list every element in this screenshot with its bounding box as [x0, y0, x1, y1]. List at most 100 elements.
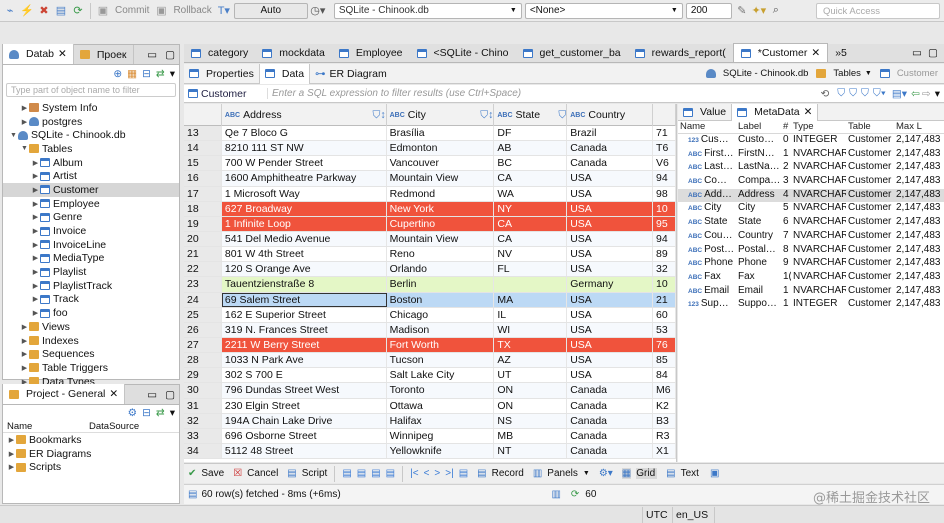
table-row[interactable]: 18 627 Broadway New York NY USA 10	[184, 201, 676, 217]
collapsed-arrow-icon[interactable]: ▶	[20, 104, 29, 112]
table-row[interactable]: 29 302 S 700 E Salt Lake City UT USA 84	[184, 368, 676, 384]
table-cell[interactable]: USA	[567, 247, 654, 262]
table-cell[interactable]: USA	[567, 292, 654, 307]
editor-tab[interactable]: category	[184, 44, 255, 62]
menu-icon[interactable]: ▾	[935, 88, 940, 100]
table-cell[interactable]: USA	[567, 171, 654, 186]
maximize-icon[interactable]: ▢	[928, 47, 938, 59]
table-cell[interactable]: Mountain View	[387, 171, 495, 186]
collapsed-arrow-icon[interactable]: ▶	[7, 450, 16, 458]
table-row[interactable]: 25 162 E Superior Street Chicago IL USA 60	[184, 307, 676, 323]
table-cell[interactable]: 53	[653, 322, 676, 337]
tree-item[interactable]: ▼ SQLite - Chinook.db	[3, 128, 179, 142]
table-cell[interactable]: 5112 48 Street	[222, 443, 387, 459]
filter-clear-icon[interactable]: ⛉	[849, 87, 857, 100]
table-cell[interactable]: 21	[653, 292, 676, 307]
table-cell[interactable]: T6	[653, 141, 676, 156]
table-cell[interactable]: DF	[494, 126, 568, 141]
tools-icon[interactable]: ✦▾	[751, 4, 766, 18]
back-icon[interactable]: ⇦	[911, 88, 920, 100]
table-cell[interactable]: 85	[653, 353, 676, 368]
expanded-arrow-icon[interactable]: ▼	[9, 132, 18, 139]
collapse-icon[interactable]: ⊟	[142, 407, 151, 419]
commit-button[interactable]: Commit	[113, 5, 151, 16]
breadcrumb-tables[interactable]: Tables	[833, 68, 860, 79]
tree-item[interactable]: ▶ Artist	[3, 169, 179, 183]
collapse-icon[interactable]: ⊟	[142, 68, 151, 80]
tree-item[interactable]: ▶ Sequences	[3, 347, 179, 361]
tree-item[interactable]: ▶ MediaType	[3, 252, 179, 266]
table-cell[interactable]: 1033 N Park Ave	[222, 353, 387, 368]
table-cell[interactable]: Winnipeg	[387, 428, 495, 443]
minimize-icon[interactable]: ▭	[143, 389, 161, 404]
breadcrumb-connection[interactable]: SQLite - Chinook.db	[723, 68, 809, 79]
table-cell[interactable]: Halifax	[387, 413, 495, 428]
table-cell[interactable]: USA	[567, 201, 654, 216]
filter-icon[interactable]: ⛉	[558, 109, 566, 122]
table-cell[interactable]: 541 Del Medio Avenue	[222, 231, 387, 247]
table-cell[interactable]: Mountain View	[387, 231, 495, 247]
table-cell[interactable]: 700 W Pender Street	[222, 156, 387, 171]
tree-item[interactable]: ▶ foo	[3, 306, 179, 320]
collapsed-arrow-icon[interactable]: ▶	[31, 282, 40, 290]
table-cell[interactable]: Canada	[567, 383, 654, 398]
table-cell[interactable]: Tucson	[387, 353, 495, 368]
project-item[interactable]: ▶ ER Diagrams	[3, 447, 179, 461]
transaction-mode-icon[interactable]: T▾	[217, 4, 231, 18]
collapsed-arrow-icon[interactable]: ▶	[20, 337, 29, 345]
link-icon[interactable]: ⇄	[156, 68, 165, 80]
table-row[interactable]: 24 69 Salem Street Boston MA USA 21	[184, 292, 676, 308]
editor-tab[interactable]: <SQLite - Chino	[410, 44, 516, 62]
tree-item[interactable]: ▶ postgres	[3, 115, 179, 129]
table-cell[interactable]: Salt Lake City	[387, 368, 495, 383]
table-cell[interactable]: Toronto	[387, 383, 495, 398]
metadata-row[interactable]: ABC Cou… Country 7 NVARCHAR Customer 2,147,483	[678, 230, 944, 244]
expanded-arrow-icon[interactable]: ▼	[20, 145, 29, 152]
table-row[interactable]: 14 8210 111 ST NW Edmonton AB Canada T6	[184, 141, 676, 157]
table-cell[interactable]: USA	[567, 322, 654, 337]
table-row[interactable]: 17 1 Microsoft Way Redmond WA USA 98	[184, 186, 676, 202]
table-row[interactable]: 23 Tauentzienstraße 8 Berlin Germany 10	[184, 277, 676, 293]
table-cell[interactable]: Chicago	[387, 307, 495, 322]
table-cell[interactable]: 796 Dundas Street West	[222, 383, 387, 398]
table-cell[interactable]: NS	[494, 413, 568, 428]
table-cell[interactable]: Canada	[567, 156, 654, 171]
edit-row-icon[interactable]: ▤	[342, 468, 351, 479]
table-cell[interactable]: 69 Salem Street	[221, 292, 387, 307]
fetch-icon[interactable]: ▤	[459, 468, 468, 479]
search-icon[interactable]: ⌕	[769, 4, 783, 18]
table-cell[interactable]: UT	[494, 368, 568, 383]
table-row[interactable]: 21 801 W 4th Street Reno NV USA 89	[184, 247, 676, 263]
refresh-icon[interactable]: ⟳	[71, 4, 85, 18]
table-cell[interactable]: Yellowknife	[387, 443, 495, 459]
column-header-state[interactable]: ABC State ⛉	[494, 104, 568, 126]
breadcrumb-table[interactable]: Customer	[897, 68, 938, 79]
tree-item[interactable]: ▶ Indexes	[3, 334, 179, 348]
table-cell[interactable]: NV	[494, 247, 568, 262]
link-icon[interactable]: ⇄	[156, 407, 165, 419]
table-cell[interactable]: 696 Osborne Street	[222, 428, 387, 443]
column-header-postal[interactable]	[653, 104, 676, 126]
editor-tab[interactable]: mockdata	[255, 44, 332, 62]
results-grid[interactable]: ABC Address ⛉↕ ABC City ⛉↕ ABC State ⛉ ABC Coun…	[184, 104, 677, 462]
tree-item[interactable]: ▶ System Info	[3, 101, 179, 115]
editor-tab[interactable]: »5	[828, 44, 854, 62]
script-button[interactable]: Script	[302, 468, 328, 479]
table-cell[interactable]: 32	[653, 262, 676, 277]
editor-tab[interactable]: *Customer ✕	[732, 43, 829, 62]
commit-icon[interactable]: ▣	[96, 4, 110, 18]
metadata-row[interactable]: ABC State State 6 NVARCHAR Customer 2,147,483	[678, 216, 944, 230]
table-cell[interactable]: USA	[567, 307, 654, 322]
collapsed-arrow-icon[interactable]: ▶	[7, 463, 16, 471]
minimize-icon[interactable]: ▭	[912, 47, 922, 59]
metadata-row[interactable]: 123 Sup… Suppo… 1 INTEGER Customer 2,147,483	[678, 298, 944, 312]
collapsed-arrow-icon[interactable]: ▶	[20, 364, 29, 372]
table-cell[interactable]: Vancouver	[387, 156, 495, 171]
table-cell[interactable]: Brazil	[567, 126, 654, 141]
table-cell[interactable]: Canada	[567, 428, 654, 443]
minimize-icon[interactable]: ▭	[143, 49, 161, 64]
table-cell[interactable]: Cupertino	[387, 216, 495, 231]
rollback-button[interactable]: Rollback	[171, 5, 213, 16]
filter-apply-icon[interactable]: ⛉	[837, 87, 845, 100]
connection-select[interactable]: SQLite - Chinook.db ▼	[333, 2, 522, 19]
